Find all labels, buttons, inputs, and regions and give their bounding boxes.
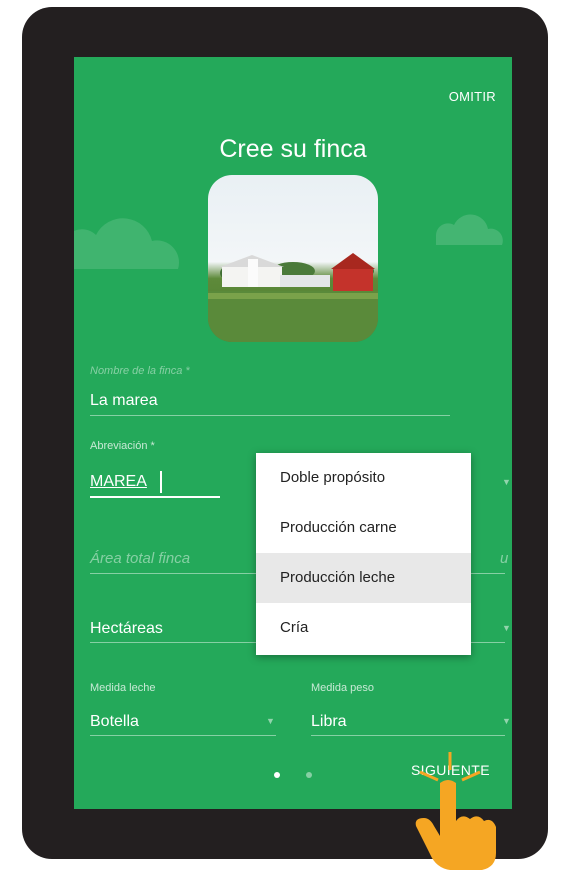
tablet-frame: OMITIR Cree su finca Nombre de la finca …: [22, 7, 548, 870]
chevron-down-icon[interactable]: ▼: [502, 716, 511, 726]
area-input[interactable]: Área total finca: [90, 550, 190, 567]
chevron-down-icon[interactable]: ▼: [266, 716, 275, 726]
page-indicator-active: [274, 772, 280, 778]
production-type-dropdown: Doble propósito Producción carne Producc…: [256, 453, 471, 655]
weight-measure-label: Medida peso: [311, 682, 374, 694]
page-indicator-inactive: [306, 772, 312, 778]
abbreviation-underline: [90, 496, 220, 498]
abbreviation-label: Abreviación *: [90, 440, 155, 452]
chevron-down-icon[interactable]: ▼: [502, 623, 511, 633]
farm-photo: [208, 175, 378, 342]
milk-measure-label: Medida leche: [90, 682, 156, 694]
area-unit-select[interactable]: Hectáreas: [90, 620, 163, 638]
weight-measure-underline: [311, 735, 505, 736]
page-title: Cree su finca: [219, 135, 367, 163]
dropdown-option-breeding[interactable]: Cría: [256, 603, 471, 653]
text-cursor: [160, 471, 162, 493]
farm-name-label: Nombre de la finca *: [90, 365, 190, 377]
hand-pointer-icon: [415, 780, 496, 870]
dropdown-option-meat-production[interactable]: Producción carne: [256, 503, 471, 553]
farm-name-input[interactable]: La marea: [90, 392, 158, 410]
app-screen: OMITIR Cree su finca Nombre de la finca …: [74, 57, 512, 809]
weight-measure-select[interactable]: Libra: [311, 713, 347, 731]
milk-measure-select[interactable]: Botella: [90, 713, 139, 731]
cloud-icon: [74, 218, 179, 269]
abbreviation-input[interactable]: MAREA: [90, 473, 147, 491]
skip-button[interactable]: OMITIR: [449, 89, 496, 104]
milk-measure-underline: [90, 735, 276, 736]
area-unit-partial: u: [500, 550, 509, 567]
dropdown-option-milk-production[interactable]: Producción leche: [256, 553, 471, 603]
dropdown-option-dual-purpose[interactable]: Doble propósito: [256, 453, 471, 503]
chevron-down-icon[interactable]: ▼: [502, 477, 511, 487]
farm-name-underline: [90, 415, 450, 416]
cloud-icon: [436, 214, 503, 245]
